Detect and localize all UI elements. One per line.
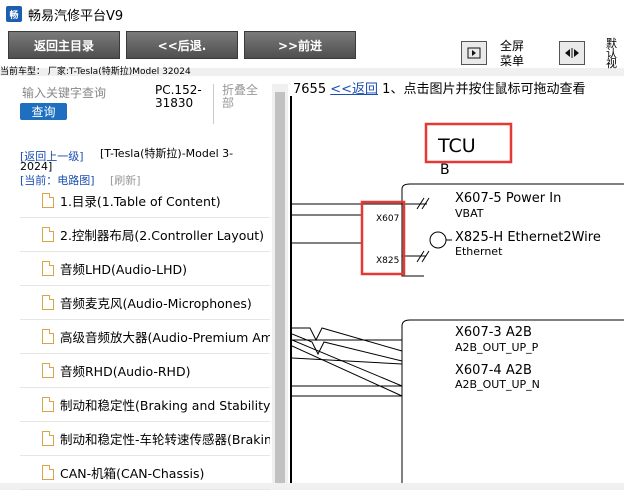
item-label: 音频麦克风(Audio-Microphones) [60, 296, 252, 311]
item-label: 制动和稳定性-车轮转速传感器(Braking and Stability) [60, 432, 270, 447]
pin-x607-4: X607-4 A2B [455, 363, 532, 378]
list-item[interactable]: 音频麦克风(Audio-Microphones) [20, 286, 270, 320]
list-item[interactable]: 高级音频放大器(Audio-Premium Amplifier) [20, 320, 270, 354]
item-label: 2.控制器布局(2.Controller Layout) [60, 228, 265, 243]
left-panel: 输入关键字查询 查询 PC.152-31830 折叠全部 [返回上一级] [T-… [0, 76, 288, 490]
left-scrollbar[interactable] [272, 84, 288, 483]
window-title: 畅易汽修平台V9 [28, 8, 124, 24]
diagram-panel: 7655 <<返回 1、点击图片并按住鼠标可拖动查看 TCU B X607 X8… [288, 76, 624, 483]
item-label: 高级音频放大器(Audio-Premium Amplifier) [60, 330, 270, 345]
file-icon [42, 227, 54, 242]
query-button[interactable]: 查询 [20, 103, 67, 120]
pc-code: PC.152-31830 [155, 83, 202, 110]
wiring-diagram[interactable]: TCU B X607 X825 X607-5 Power In VBAT X82… [290, 96, 624, 483]
divider [213, 84, 214, 124]
list-item[interactable]: 制动和稳定性-车轮转速传感器(Braking and Stability) [20, 422, 270, 456]
page-header: 7655 <<返回 1、点击图片并按住鼠标可拖动查看 [293, 78, 585, 97]
connector-x607: X607 [376, 214, 399, 224]
toolbar: 返回主目录 <<后退. >>前进 全屏 菜单 默 认 视 [0, 28, 624, 69]
list-item[interactable]: 2.控制器布局(2.Controller Layout) [20, 218, 270, 252]
page-number: 7655 [293, 82, 327, 97]
file-icon [42, 295, 54, 310]
file-icon [42, 329, 54, 344]
search-input[interactable]: 输入关键字查询 [22, 84, 106, 101]
list-item[interactable]: 1.目录(1.Table of Content) [20, 184, 270, 218]
item-label: 音频LHD(Audio-LHD) [60, 262, 188, 277]
pin-x607-5-signal: VBAT [455, 207, 484, 220]
pin-x607-4-signal: A2B_OUT_UP_N [455, 378, 540, 391]
forward-button[interactable]: >>前进 [244, 31, 356, 59]
tcu-label: TCU [437, 135, 476, 157]
return-link[interactable]: <<返回 [330, 82, 378, 97]
default-view-icon[interactable] [559, 41, 585, 65]
app-icon: 畅 [6, 6, 22, 22]
list-item[interactable]: 音频RHD(Audio-RHD) [20, 354, 270, 388]
file-icon [42, 193, 54, 208]
file-icon [42, 261, 54, 276]
item-label: 制动和稳定性(Braking and Stability) [60, 398, 270, 413]
item-label: 1.目录(1.Table of Content) [60, 194, 221, 209]
pin-x825-h: X825-H Ethernet2Wire [455, 230, 601, 245]
fold-all-button[interactable]: 折叠全部 [222, 84, 264, 110]
pin-x607-3: X607-3 A2B [455, 325, 532, 340]
pin-x607-5: X607-5 Power In [455, 191, 561, 206]
breadcrumb: [T-Tesla(特斯拉)-Model 3- [100, 147, 234, 160]
pin-x825-h-signal: Ethernet [455, 245, 503, 258]
fullscreen-menu-label[interactable]: 全屏 菜单 [500, 39, 524, 69]
fullscreen-icon[interactable] [461, 41, 487, 65]
item-label: CAN-机箱(CAN-Chassis) [60, 466, 205, 481]
page-hint: 1、点击图片并按住鼠标可拖动查看 [382, 82, 586, 97]
scrollbar-thumb[interactable] [275, 92, 285, 483]
home-button[interactable]: 返回主目录 [8, 31, 120, 59]
list-item[interactable]: 音频LHD(Audio-LHD) [20, 252, 270, 286]
title-bar: 畅 畅易汽修平台V9 [0, 0, 624, 28]
menu-list: 1.目录(1.Table of Content) 2.控制器布局(2.Contr… [20, 184, 270, 490]
file-icon [42, 397, 54, 412]
file-icon [42, 363, 54, 378]
b-label: B [440, 162, 450, 178]
list-item[interactable]: CAN-机箱(CAN-Chassis) [20, 456, 270, 490]
connector-x825: X825 [376, 256, 399, 266]
wiring-diagram-svg: TCU B X607 X825 X607-5 Power In VBAT X82… [291, 122, 624, 483]
pin-x607-3-signal: A2B_OUT_UP_P [455, 341, 539, 354]
list-item[interactable]: 制动和稳定性(Braking and Stability) [20, 388, 270, 422]
default-view-label[interactable]: 默 认 视 [606, 38, 617, 69]
item-label: 音频RHD(Audio-RHD) [60, 364, 191, 379]
back-button[interactable]: <<后退. [126, 31, 238, 59]
file-icon [42, 465, 54, 480]
file-icon [42, 431, 54, 446]
